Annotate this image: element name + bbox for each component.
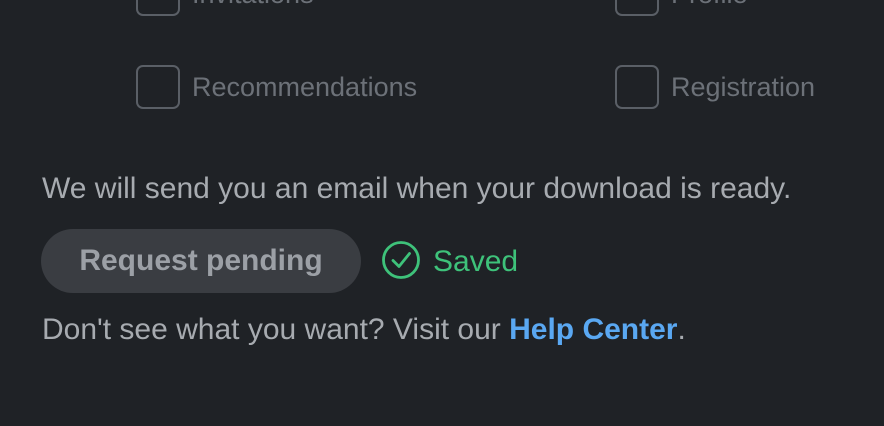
help-text: Don't see what you want? Visit our Help … [42,313,686,347]
request-pending-button[interactable]: Request pending [41,229,361,293]
help-suffix: . [677,313,686,346]
checkbox-item-profile[interactable]: Profile [615,0,748,16]
saved-status: Saved [381,238,518,282]
download-notice: We will send you an email when your down… [42,172,792,205]
registration-label: Registration [671,71,816,102]
saved-label: Saved [433,245,519,278]
help-center-link[interactable]: Help Center [509,313,677,346]
check-circle-icon [382,241,420,279]
help-prefix: Don't see what you want? Visit our [42,313,510,346]
profile-label: Profile [671,0,748,10]
invitations-checkbox[interactable] [136,0,180,16]
recommendations-checkbox[interactable] [136,65,180,109]
checkbox-item-registration[interactable]: Registration [615,65,815,109]
invitations-label: Invitations [192,0,314,10]
checkbox-item-recommendations[interactable]: Recommendations [136,65,417,109]
profile-checkbox[interactable] [615,0,659,16]
recommendations-label: Recommendations [192,71,418,102]
registration-checkbox[interactable] [615,65,659,109]
checkbox-item-invitations[interactable]: Invitations [136,0,314,16]
